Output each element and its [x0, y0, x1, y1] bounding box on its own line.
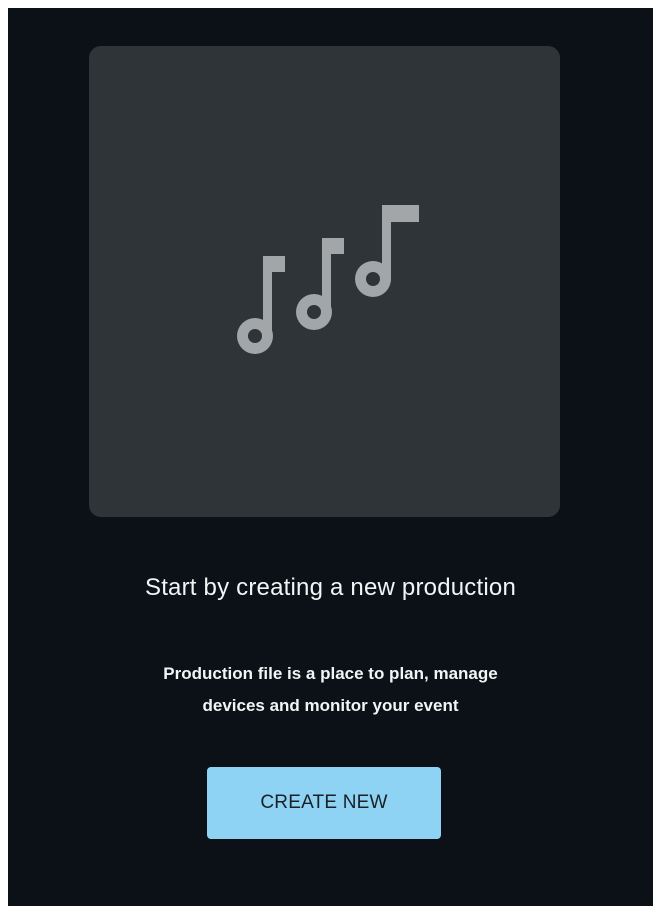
music-notes-icon: [237, 205, 419, 354]
production-illustration: [89, 46, 560, 517]
description-line-1: Production file is a place to plan, mana…: [163, 664, 498, 683]
empty-state-title: Start by creating a new production: [144, 574, 516, 601]
description-line-2: devices and monitor your event: [202, 696, 459, 715]
create-new-button[interactable]: CREATE NEW: [207, 767, 441, 839]
empty-state-panel: Start by creating a new production Produ…: [8, 8, 653, 906]
empty-state-description: Production file is a place to plan, mana…: [48, 658, 613, 722]
